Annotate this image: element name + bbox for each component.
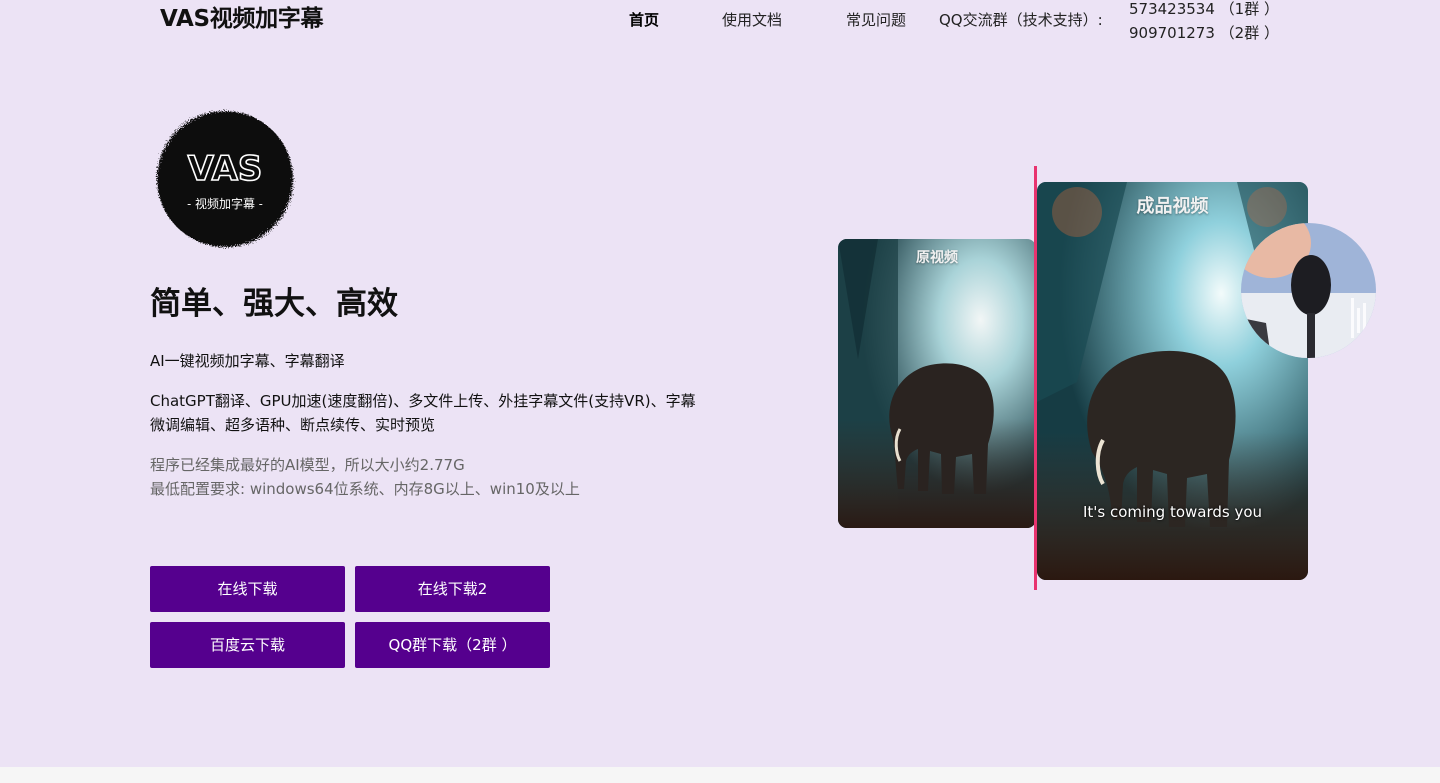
vas-logo: VAS - 视频加字幕 -: [153, 104, 297, 254]
online-download-2-button[interactable]: 在线下载2: [355, 566, 550, 612]
hero-title: 简单、强大、高效: [150, 286, 398, 322]
site-brand[interactable]: VAS视频加字幕: [160, 4, 324, 34]
online-download-button[interactable]: 在线下载: [150, 566, 345, 612]
burned-subtitle: It's coming towards you: [1082, 503, 1263, 521]
nav-docs[interactable]: 使用文档: [722, 9, 782, 31]
elephant-image-original: [838, 239, 1036, 528]
hero-subtitle: AI一键视频加字幕、字幕翻译: [150, 352, 345, 370]
qq-group-2: 909701273 （2群 ）: [1129, 24, 1279, 42]
requirements-note: 程序已经集成最好的AI模型，所以大小约2.77G 最低配置要求: windows…: [150, 453, 580, 501]
original-video-preview: 原视频: [838, 239, 1036, 528]
nav-home[interactable]: 首页: [629, 9, 659, 31]
qq-group-1: 573423534 （1群 ）: [1129, 0, 1279, 18]
comparison-divider: [1034, 166, 1037, 590]
footer-strip: [0, 767, 1440, 783]
nav-faq[interactable]: 常见问题: [846, 9, 906, 31]
size-note: 程序已经集成最好的AI模型，所以大小约2.77G: [150, 456, 465, 474]
final-video-label: 成品视频: [1136, 196, 1209, 217]
feature-list: ChatGPT翻译、GPU加速(速度翻倍)、多文件上传、外挂字幕文件(支持VR)…: [150, 392, 696, 434]
qq-group-download-button[interactable]: QQ群下载（2群 ）: [355, 622, 550, 668]
microphone-photo: [1241, 223, 1376, 358]
min-config-note: 最低配置要求: windows64位系统、内存8G以上、win10及以上: [150, 480, 580, 498]
baidu-cloud-download-button[interactable]: 百度云下载: [150, 622, 345, 668]
voice-avatar: [1241, 223, 1376, 358]
qq-group-label: QQ交流群（技术支持）:: [939, 11, 1103, 29]
qq-group-list: 573423534 （1群 ） 909701273 （2群 ）: [1129, 0, 1279, 45]
original-video-label: 原视频: [916, 250, 958, 266]
logo-subtitle: - 视频加字幕 -: [187, 196, 263, 211]
logo-title: VAS: [188, 149, 263, 189]
